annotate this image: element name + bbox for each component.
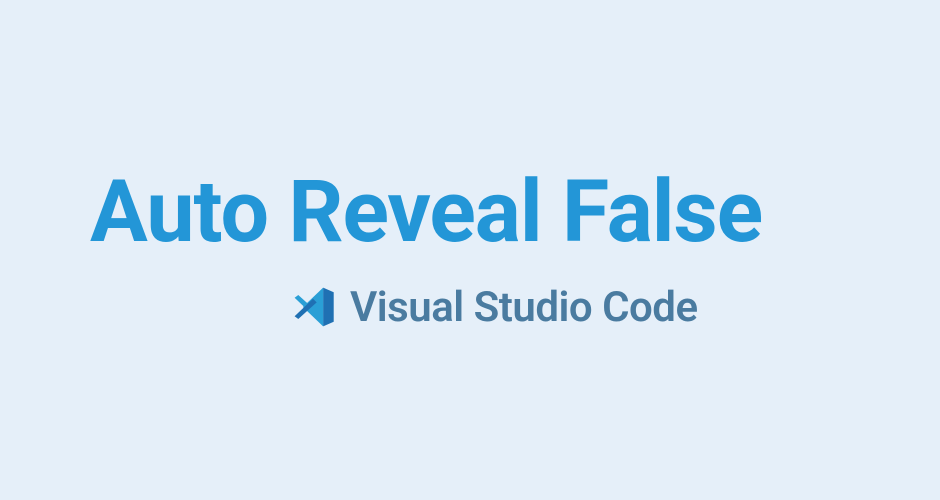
vscode-icon (290, 284, 336, 330)
subtitle-row: Visual Studio Code (290, 283, 698, 332)
page-title: Auto Reveal False (90, 169, 762, 255)
subtitle-text: Visual Studio Code (350, 283, 698, 332)
